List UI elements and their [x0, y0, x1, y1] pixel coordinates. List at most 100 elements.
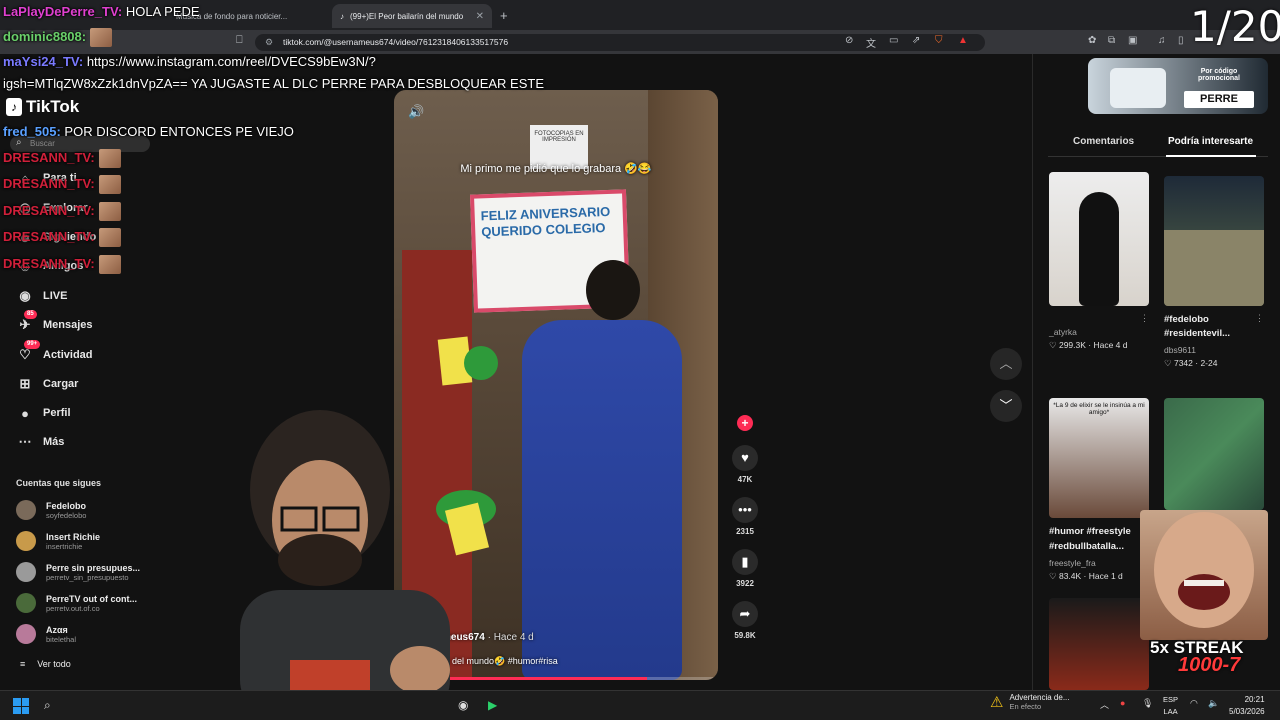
site-info-icon[interactable]: ⚙: [265, 34, 273, 51]
following-account[interactable]: PerreTV out of cont... perretv.out.of.co: [16, 593, 137, 613]
sidebar-item-cargar[interactable]: ⊞ Cargar: [16, 374, 79, 394]
sidebar-item-label: Actividad: [43, 349, 93, 361]
account-handle: bitelethal: [46, 634, 77, 644]
volume-tray-icon[interactable]: 🔈: [1208, 698, 1219, 709]
mute-icon[interactable]: ⊘: [845, 35, 853, 46]
tray-chevron-icon[interactable]: ︿: [1100, 698, 1109, 711]
dancer-body: [522, 320, 682, 680]
following-account[interactable]: Insert Richie insertrichie: [16, 531, 100, 551]
taskbar-clock[interactable]: 20:21 5/03/2026: [1229, 694, 1265, 718]
wifi-icon[interactable]: ◠: [1190, 698, 1198, 709]
suggested-author[interactable]: dbs9611: [1164, 345, 1196, 355]
panel-icon[interactable]: ▯: [1178, 35, 1184, 46]
suggested-video-thumb[interactable]: [1049, 172, 1149, 306]
account-name: PerreTV out of cont...: [46, 593, 138, 604]
puzzle-icon[interactable]: ⧉: [1108, 35, 1115, 46]
suggested-video-thumb[interactable]: [1049, 598, 1149, 690]
suggested-video-thumb[interactable]: *La 9 de elixir se le insinúa a mi amigo…: [1049, 398, 1149, 518]
bookmark-icon[interactable]: ⎕: [236, 34, 243, 47]
chat-message: maYsi24_TV: https://www.instagram.com/re…: [3, 54, 376, 69]
sidebar-item-perfil[interactable]: ● Perfil: [16, 403, 70, 423]
suggested-caption: #fedelobo: [1164, 314, 1209, 325]
music-icon[interactable]: ♫: [1158, 35, 1166, 46]
taskbar-app-icon[interactable]: ◉: [458, 698, 468, 712]
share-button[interactable]: ➦ 59.8K: [728, 601, 762, 640]
account-handle: perretv_sin_presupuesto: [46, 572, 129, 582]
promo-banner[interactable]: Por código promocional PERRE: [1088, 58, 1268, 114]
language-indicator[interactable]: ESP LAA: [1163, 694, 1178, 718]
suggested-stats: ♡ 83.4K · Hace 1 d: [1049, 571, 1123, 581]
sidebar-item-label: LIVE: [43, 290, 68, 302]
clock-date: 5/03/2026: [1229, 707, 1265, 716]
chat-text: https://www.instagram.com/reel/DVECS9bEw…: [83, 54, 376, 69]
chat-message: DRESANN_TV:: [3, 202, 121, 221]
taskbar-play-icon[interactable]: ▶: [488, 698, 497, 712]
sidebar-item-actividad[interactable]: ♡ 99+ Actividad: [16, 340, 93, 365]
chat-emote-icon: [98, 228, 121, 247]
video-caption: Mi primo me pidió que lo grabara 🤣😂: [460, 163, 652, 175]
microphone-icon[interactable]: 🎙: [1142, 698, 1153, 709]
action-count: 2315: [736, 527, 754, 536]
tray-app-icon[interactable]: ●: [1120, 698, 1125, 708]
sidebar-item-live[interactable]: ◉ LIVE: [16, 286, 67, 306]
tab-label: (99+)El Peor bailarín del mundo: [350, 11, 464, 21]
thumb-overlay-text: *La 9 de elixir se le insinúa a mi amigo…: [1053, 402, 1145, 416]
heart-button[interactable]: ♥ 47K: [728, 445, 762, 484]
sidebar-icon[interactable]: ▣: [1128, 35, 1137, 46]
keyboard-layout: LAA: [1163, 707, 1178, 716]
sidebar-item-mensajes[interactable]: ✈ 85 Mensajes: [16, 310, 93, 335]
following-account[interactable]: Azαя bitelethal: [16, 624, 76, 644]
translate-icon[interactable]: 文: [866, 35, 876, 50]
chat-message: DRESANN_TV:: [3, 149, 121, 168]
account-name: Insert Richie: [46, 531, 101, 542]
tiktok-logo[interactable]: ♪ TikTok: [6, 97, 79, 117]
notification-badge: 85: [24, 310, 37, 319]
brave-shield-icon[interactable]: ⛉: [935, 35, 943, 46]
tab-suggested[interactable]: Podría interesarte: [1168, 136, 1253, 147]
suggested-video-thumb[interactable]: [1164, 176, 1264, 306]
chat-message: LaPlayDePerre_TV: HOLA PEDE: [3, 4, 200, 19]
volume-icon[interactable]: 🔊: [408, 104, 424, 120]
next-video-button[interactable]: ﹀: [990, 390, 1022, 422]
chat-username: maYsi24_TV:: [3, 54, 84, 69]
suggested-author[interactable]: _atyrka: [1049, 327, 1077, 337]
extension-icon[interactable]: ✿: [1088, 35, 1096, 46]
comment-button[interactable]: ••• 2315: [728, 497, 762, 536]
action-count: 59.8K: [734, 631, 756, 640]
promo-code-button[interactable]: PERRE: [1184, 91, 1254, 108]
browser-tab-active[interactable]: ♪ (99+)El Peor bailarín del mundo ✕: [332, 4, 492, 28]
rewards-icon[interactable]: ▲: [958, 35, 968, 46]
promo-text: Por código promocional: [1197, 68, 1240, 82]
chat-emote-icon: [98, 175, 121, 194]
comment-icon: •••: [732, 497, 758, 523]
share-page-icon[interactable]: ⇗: [912, 35, 920, 46]
more-options-icon[interactable]: ⋮: [1255, 313, 1264, 324]
following-account[interactable]: Perre sin presupues... perretv_sin_presup…: [16, 562, 140, 582]
following-account[interactable]: Fedelobo soyfedelobo: [16, 500, 86, 520]
avatar: [16, 500, 36, 520]
account-name: Fedelobo: [46, 500, 86, 511]
see-all-button[interactable]: ≡ Ver todo: [20, 659, 71, 669]
suggested-author[interactable]: freestyle_fra: [1049, 558, 1096, 568]
dancer-head: [586, 260, 640, 320]
chat-message: DRESANN_TV:: [3, 255, 121, 274]
taskbar-search-icon[interactable]: ⌕: [44, 698, 51, 713]
more-options-icon[interactable]: ⋮: [1140, 313, 1149, 324]
warning-notification[interactable]: ⚠ Advertencia de... En efecto: [990, 693, 1070, 711]
cast-icon[interactable]: ▭: [889, 35, 898, 46]
chat-text: POR DISCORD ENTONCES PE VIEJO: [60, 124, 294, 139]
windows-start-icon[interactable]: [13, 698, 29, 714]
chat-message: dominic8808:: [3, 28, 113, 47]
close-tab-icon[interactable]: ✕: [476, 11, 484, 22]
suggested-video-thumb[interactable]: [1164, 398, 1264, 510]
more-icon: ⋯: [18, 434, 32, 449]
new-tab-button[interactable]: +: [500, 8, 508, 23]
follow-plus-button[interactable]: +: [737, 415, 753, 431]
tab-comments[interactable]: Comentarios: [1073, 136, 1134, 147]
previous-video-button[interactable]: ︿: [990, 348, 1022, 380]
bookmark-button[interactable]: ▮ 3922: [728, 549, 762, 588]
url-text: tiktok.com/@usernameus674/video/76123184…: [283, 37, 509, 47]
chat-emote-icon: [98, 255, 121, 274]
sidebar-item-más[interactable]: ⋯ Más: [16, 432, 65, 452]
suggested-stats: ♡ 7342 · 2-24: [1164, 358, 1218, 368]
